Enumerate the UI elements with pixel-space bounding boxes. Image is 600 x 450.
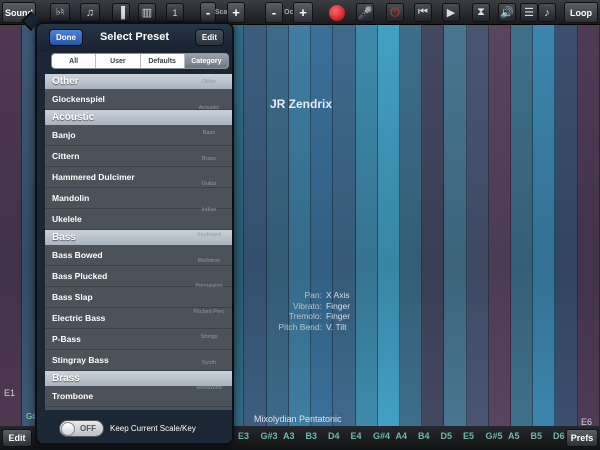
flat-sharp-button[interactable]: ♭♮: [50, 3, 70, 22]
note-label: G#5: [485, 431, 503, 441]
note-label: E5: [463, 431, 475, 441]
index-entry[interactable]: Bass: [189, 130, 229, 136]
mapping-key: Pitch Bend:: [278, 321, 322, 332]
mapping-value: X Axis: [326, 290, 350, 300]
note-column[interactable]: [466, 25, 489, 426]
index-entry[interactable]: Synth: [189, 360, 229, 366]
keep-scale-row: OFF Keep Current Scale/Key: [59, 420, 196, 437]
keep-scale-label: Keep Current Scale/Key: [110, 424, 196, 433]
note-column[interactable]: [444, 25, 467, 426]
popover-edit-button[interactable]: Edit: [194, 29, 224, 46]
note-column[interactable]: [555, 25, 578, 426]
index-entry[interactable]: Woodwind: [189, 385, 229, 391]
column-layout-icon[interactable]: ▐: [112, 3, 130, 22]
note-column[interactable]: [311, 25, 334, 426]
index-entry[interactable]: Indian: [189, 207, 229, 213]
octave-minus-button[interactable]: -: [265, 2, 283, 23]
note-column[interactable]: [266, 25, 289, 426]
note-column[interactable]: [488, 25, 512, 426]
note-column[interactable]: [244, 25, 267, 426]
segment-defaults[interactable]: Defaults: [141, 54, 185, 68]
loop-button[interactable]: Loop: [564, 2, 598, 23]
low-note-label: E1: [4, 388, 16, 398]
record-icon: [329, 4, 345, 21]
mapping-key: Tremolo:: [288, 311, 322, 321]
note-column[interactable]: [288, 25, 312, 426]
note-column[interactable]: [577, 25, 600, 426]
note-label: B5: [530, 431, 543, 441]
segment-category[interactable]: Category: [184, 54, 228, 68]
filter-segmented-control: All User Defaults Category: [51, 53, 229, 69]
record-button[interactable]: [328, 3, 346, 22]
note-label: A3: [283, 431, 295, 441]
popover-header: Done Select Preset Edit: [37, 24, 232, 52]
note-column[interactable]: [333, 25, 356, 426]
prefs-button[interactable]: Prefs: [566, 429, 598, 447]
scale-plus-button[interactable]: +: [227, 2, 245, 23]
scale-name: Mixolydian Pentatonic: [254, 414, 342, 424]
mapping-key: Pan:: [304, 290, 323, 300]
metronome-icon[interactable]: ⧗: [472, 3, 490, 22]
note-label: E4: [350, 431, 362, 441]
note-column[interactable]: [422, 25, 445, 426]
note-label: G#4: [373, 431, 391, 441]
index-entry[interactable]: Brass: [189, 156, 229, 162]
notes-icon[interactable]: ♪: [538, 3, 556, 22]
category-index[interactable]: Other Acoustic Bass Brass Guitar Indian Keyboa…: [189, 79, 229, 409]
index-entry[interactable]: Guitar: [189, 181, 229, 187]
edit-button[interactable]: Edit: [2, 429, 32, 447]
play-icon[interactable]: ▶: [442, 3, 460, 22]
index-entry[interactable]: Keyboard: [189, 232, 229, 238]
mapping-key: Vibrato:: [292, 300, 322, 311]
keep-scale-toggle[interactable]: OFF: [59, 420, 104, 437]
one-button[interactable]: 1: [166, 3, 184, 22]
grid-layout-icon[interactable]: ▥: [138, 3, 156, 22]
mapping-value: Finger: [326, 311, 351, 321]
index-entry[interactable]: Pitched Perc: [189, 309, 229, 315]
mic-icon[interactable]: 🎤: [356, 3, 374, 22]
note-column[interactable]: [399, 25, 423, 426]
note-label: A4: [395, 431, 408, 441]
note-label: B3: [305, 431, 318, 441]
note-column[interactable]: [355, 25, 378, 426]
preset-title: JR Zendrix: [270, 97, 333, 111]
note-label: D4: [328, 431, 340, 441]
octave-plus-button[interactable]: +: [293, 2, 313, 23]
index-entry[interactable]: Percussion: [189, 283, 229, 289]
toggle-state: OFF: [80, 424, 96, 433]
mapping-value: Finger: [326, 300, 351, 311]
mapping-info: Pan: X Axis Vibrato: Finger Tremolo: Finger…: [240, 290, 351, 332]
rewind-icon[interactable]: ⏮: [414, 3, 432, 22]
note-column[interactable]: [0, 25, 23, 426]
note-label: D5: [440, 431, 453, 441]
segment-all[interactable]: All: [52, 54, 97, 68]
toggle-knob: [61, 422, 75, 436]
note-column[interactable]: [377, 25, 400, 426]
note-column[interactable]: [511, 25, 534, 426]
index-entry[interactable]: Strings: [189, 334, 229, 340]
keyboard-layout-icon[interactable]: ♫: [80, 3, 100, 22]
segment-user[interactable]: User: [96, 54, 141, 68]
mapping-value: V. Tilt: [326, 321, 347, 332]
app-root: Sound ♭♮ ♫ ▐ ▥ 1 - Scale + - Oct + 🎤 ⏻ ⏮…: [0, 0, 600, 450]
index-entry[interactable]: Acoustic: [189, 105, 229, 111]
note-label: E3: [238, 431, 250, 441]
power-icon[interactable]: ⏻: [386, 3, 404, 22]
index-entry[interactable]: Other: [189, 79, 229, 85]
hold-icon[interactable]: ☰: [520, 3, 538, 22]
note-label: G#3: [260, 431, 278, 441]
note-column[interactable]: [533, 25, 556, 426]
volume-icon[interactable]: 🔊: [498, 3, 516, 22]
note-label: D6: [553, 431, 565, 441]
note-label: A5: [508, 431, 520, 441]
select-preset-popover: Done Select Preset Edit All User Default…: [35, 22, 234, 445]
index-entry[interactable]: Mellotron: [189, 258, 229, 264]
note-label: B4: [418, 431, 430, 441]
